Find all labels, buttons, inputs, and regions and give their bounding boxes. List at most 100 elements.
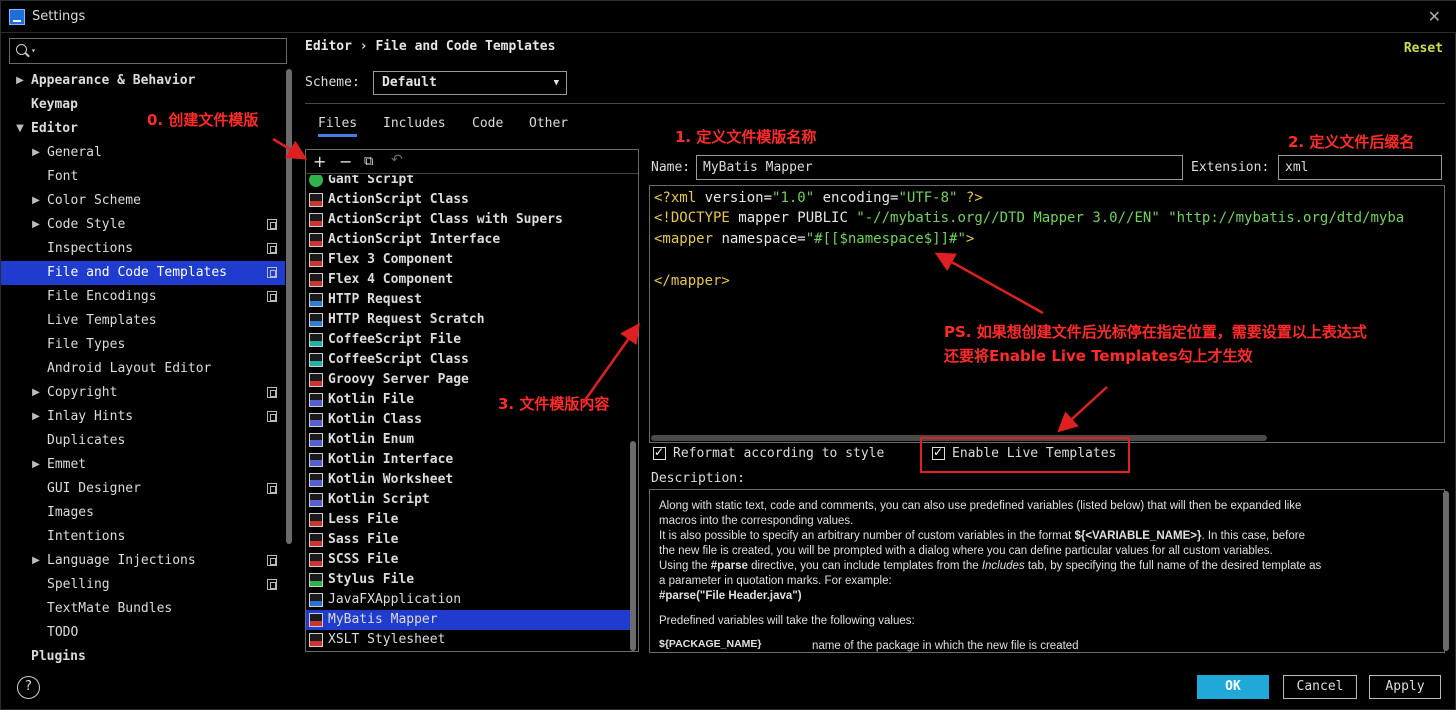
sidebar-item-inlay-hints[interactable]: ▶ Inlay Hints [1, 405, 285, 429]
template-list-item[interactable]: CoffeeScript File [306, 330, 630, 350]
template-list-item[interactable]: Kotlin Worksheet [306, 470, 630, 490]
project-scope-icon [267, 387, 277, 398]
template-list-item[interactable]: SCSS File [306, 550, 630, 570]
chevron-right-icon[interactable]: ▶ [31, 141, 41, 165]
tab-other[interactable]: Other [529, 115, 568, 137]
name-input[interactable]: MyBatis Mapper [696, 155, 1183, 180]
template-list-scrollbar[interactable] [630, 441, 636, 651]
tab-files[interactable]: Files [318, 115, 358, 137]
chevron-right-icon[interactable]: ▶ [31, 453, 41, 477]
remove-icon[interactable]: − [339, 152, 352, 171]
template-list-item[interactable]: Flex 4 Component [306, 270, 630, 290]
template-list-item[interactable]: Kotlin Interface [306, 450, 630, 470]
sidebar-item-spelling[interactable]: Spelling [1, 573, 285, 597]
template-name: SCSS File [328, 552, 399, 567]
file-type-icon [309, 473, 323, 487]
sidebar-item-gui-designer[interactable]: GUI Designer [1, 477, 285, 501]
template-list-item[interactable]: HTTP Request [306, 290, 630, 310]
chevron-right-icon[interactable]: ▶ [31, 381, 41, 405]
sidebar-item-duplicates[interactable]: Duplicates [1, 429, 285, 453]
sidebar-item-file-encodings[interactable]: File Encodings [1, 285, 285, 309]
file-type-icon [309, 333, 323, 347]
template-list-item[interactable]: Kotlin Script [306, 490, 630, 510]
template-list-item[interactable]: HTTP Request Scratch [306, 310, 630, 330]
sidebar-item-label: Keymap [31, 97, 78, 112]
file-type-icon [309, 253, 323, 267]
description-scrollbar[interactable] [1443, 491, 1449, 651]
sidebar-item-code-style[interactable]: ▶ Code Style [1, 213, 285, 237]
template-list-item[interactable]: Less File [306, 510, 630, 530]
chevron-right-icon[interactable]: ▶ [31, 549, 41, 573]
scheme-select[interactable]: Default ▼ [373, 71, 567, 95]
template-list-item[interactable]: ActionScript Class with Supers [306, 210, 630, 230]
sidebar-item-appearance-behavior[interactable]: ▶ Appearance & Behavior [1, 69, 285, 93]
template-list-item[interactable]: Gant Script [306, 175, 630, 190]
description-text: Predefined variables will take the follo… [659, 615, 915, 627]
template-list-item[interactable]: Groovy Server Page [306, 370, 630, 390]
sidebar-scrollbar[interactable] [286, 69, 292, 544]
help-icon[interactable]: ? [17, 676, 40, 699]
template-name: HTTP Request [328, 292, 422, 307]
close-icon[interactable]: ✕ [1428, 7, 1441, 26]
file-type-icon [309, 373, 323, 387]
sidebar-item-label: Language Injections [47, 553, 196, 568]
annotation-ps-line2: 还要将Enable Live Templates勾上才生效 [944, 347, 1253, 365]
search-input[interactable]: ▾ [9, 38, 287, 64]
apply-button[interactable]: Apply [1369, 675, 1441, 699]
extension-input[interactable]: xml [1278, 155, 1442, 180]
tab-includes[interactable]: Includes [383, 115, 446, 137]
code-line: </mapper> [654, 273, 730, 289]
undo-icon[interactable]: ↶ [391, 152, 403, 168]
sidebar-item-images[interactable]: Images [1, 501, 285, 525]
sidebar-item-file-and-code-templates[interactable]: File and Code Templates [1, 261, 285, 285]
template-list-item[interactable]: CoffeeScript Class [306, 350, 630, 370]
sidebar-item-inspections[interactable]: Inspections [1, 237, 285, 261]
sidebar-item-file-types[interactable]: File Types [1, 333, 285, 357]
template-list-item[interactable]: Flex 3 Component [306, 250, 630, 270]
template-list-item[interactable]: Stylus File [306, 570, 630, 590]
template-name: Kotlin Interface [328, 452, 454, 467]
template-list-item[interactable]: JavaFXApplication [306, 590, 630, 610]
copy-icon[interactable]: ⧉ [364, 154, 373, 169]
template-list-item[interactable]: Kotlin Enum [306, 430, 630, 450]
sidebar-item-emmet[interactable]: ▶ Emmet [1, 453, 285, 477]
reformat-checkbox[interactable] [653, 445, 666, 460]
add-icon[interactable]: + [313, 152, 326, 171]
sidebar-item-label: Inlay Hints [47, 409, 134, 424]
sidebar-item-textmate-bundles[interactable]: TextMate Bundles [1, 597, 285, 621]
ok-button[interactable]: OK [1197, 675, 1269, 699]
chevron-right-icon[interactable]: ▶ [31, 213, 41, 237]
template-list-item[interactable]: MyBatis Mapper [306, 610, 630, 630]
sidebar-item-plugins[interactable]: Plugins [1, 645, 285, 667]
chevron-down-icon[interactable]: ▼ [15, 117, 25, 141]
template-list-item[interactable]: XSLT Stylesheet [306, 630, 630, 650]
chevron-right-icon[interactable]: ▶ [31, 189, 41, 213]
sidebar-item-font[interactable]: Font [1, 165, 285, 189]
reset-link[interactable]: Reset [1404, 41, 1443, 56]
description-text: a parameter in quotation marks. For exam… [659, 575, 892, 587]
tab-code[interactable]: Code [472, 115, 503, 137]
sidebar-item-intentions[interactable]: Intentions [1, 525, 285, 549]
sidebar-item-color-scheme[interactable]: ▶ Color Scheme [1, 189, 285, 213]
sidebar-item-android-layout-editor[interactable]: Android Layout Editor [1, 357, 285, 381]
sidebar-item-label: Duplicates [47, 433, 126, 448]
sidebar-item-copyright[interactable]: ▶ Copyright [1, 381, 285, 405]
chevron-right-icon[interactable]: ▶ [15, 69, 25, 93]
variable-name: ${PACKAGE_NAME} [659, 638, 762, 650]
sidebar-item-todo[interactable]: TODO [1, 621, 285, 645]
cancel-button[interactable]: Cancel [1283, 675, 1357, 699]
sidebar-item-live-templates[interactable]: Live Templates [1, 309, 285, 333]
template-list-item[interactable]: Sass File [306, 530, 630, 550]
project-scope-icon [267, 483, 277, 494]
template-editor[interactable]: <?xml version="1.0" encoding="UTF-8" ?> … [649, 185, 1445, 443]
file-type-icon [309, 413, 323, 427]
template-list-item[interactable]: ActionScript Class [306, 190, 630, 210]
template-list-item[interactable]: ActionScript Interface [306, 230, 630, 250]
file-type-icon [309, 553, 323, 567]
chevron-right-icon[interactable]: ▶ [31, 405, 41, 429]
project-scope-icon [267, 411, 277, 422]
description-label: Description: [651, 471, 745, 486]
sidebar-item-general[interactable]: ▶ General [1, 141, 285, 165]
list-toolbar: + − ⧉ ↶ [306, 150, 638, 174]
sidebar-item-language-injections[interactable]: ▶ Language Injections [1, 549, 285, 573]
